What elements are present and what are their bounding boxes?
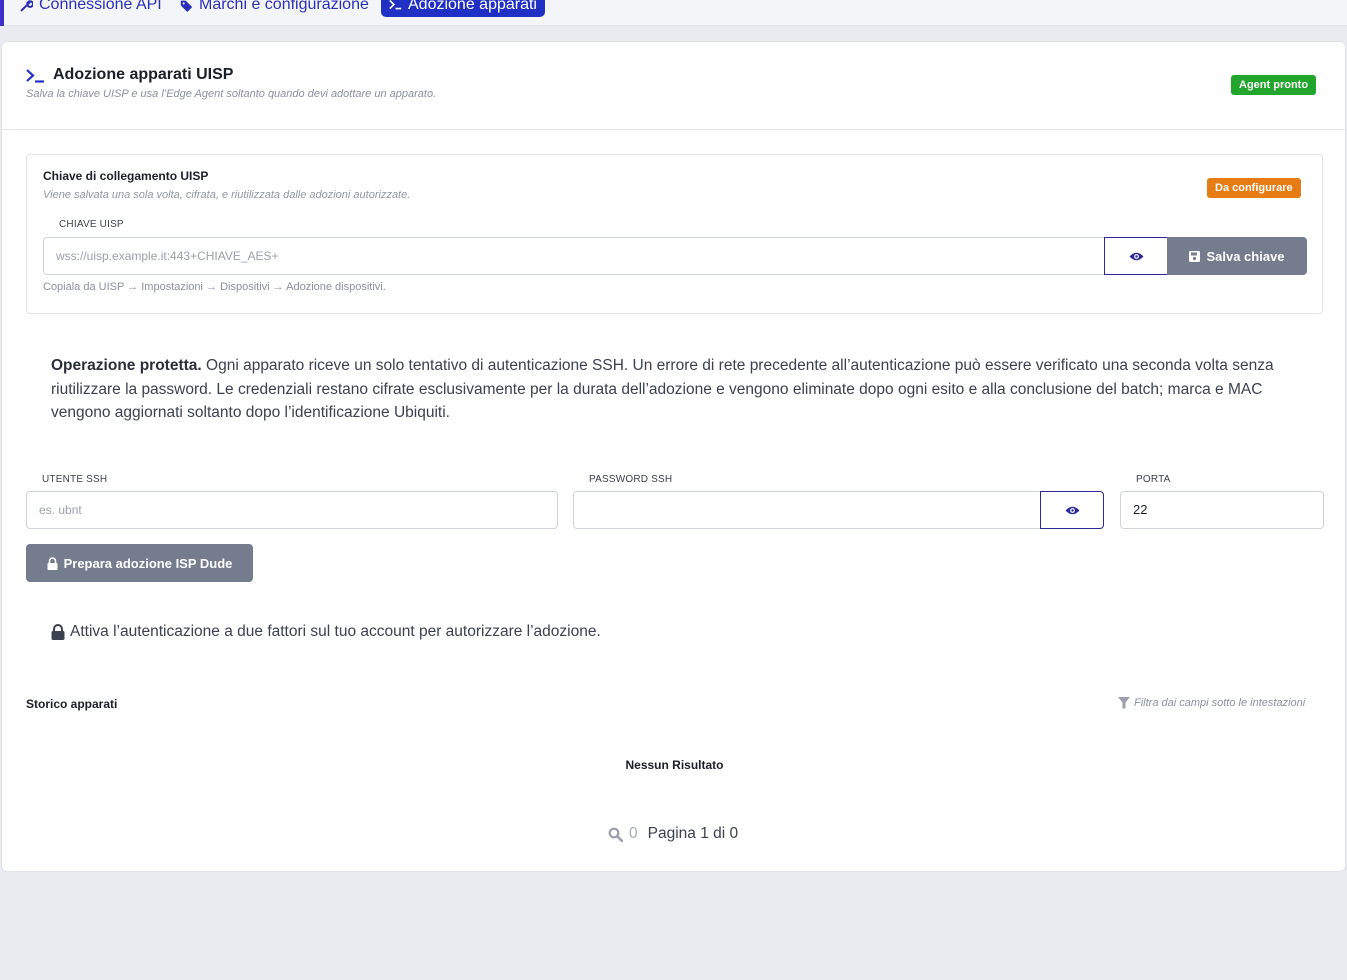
empty-results-message: Nessun Risultato [625, 758, 724, 772]
ssh-user-label: UTENTE SSH [42, 474, 108, 485]
key-panel-title: Chiave di collegamento UISP [43, 169, 209, 183]
prepare-adoption-label: Prepara adozione ISP Dude [63, 555, 233, 571]
search-icon[interactable] [608, 827, 623, 842]
uisp-key-panel: Chiave di collegamento UISP Viene salvat… [26, 154, 1323, 314]
filter-hint: Filtra dai campi sotto le intestazioni [1118, 697, 1305, 709]
page-title: Adozione apparati UISP [53, 66, 234, 83]
save-icon [1189, 250, 1201, 262]
page-subtitle: Salva la chiave UISP e usa l’Edge Agent … [26, 88, 437, 100]
toggle-password-visibility-button[interactable] [1040, 491, 1104, 529]
page-indicator: Pagina 1 di 0 [647, 825, 739, 842]
ssh-port-input[interactable]: 22 [1120, 491, 1324, 529]
save-key-button[interactable]: Salva chiave [1167, 237, 1307, 275]
tab-api-connection[interactable]: Connessione API [12, 0, 170, 18]
tab-brands-config[interactable]: Marchi e configurazione [172, 0, 377, 18]
result-count: 0 [629, 825, 638, 842]
filter-icon [1118, 697, 1130, 709]
tab-label: Connessione API [39, 0, 162, 13]
card-header: Adozione apparati UISP [26, 66, 233, 84]
notice-heading: Operazione protetta. [51, 357, 202, 374]
uisp-key-label: CHIAVE UISP [59, 219, 124, 230]
adoption-card: Adozione apparati UISP Salva la chiave U… [1, 41, 1346, 872]
eye-icon [1129, 252, 1143, 260]
tab-device-adoption[interactable]: Adozione apparati [381, 0, 545, 17]
tab-bar: Connessione API Marchi e configurazione … [0, 0, 1347, 26]
lock-icon [47, 556, 58, 570]
header-divider [2, 129, 1345, 130]
filter-hint-text: Filtra dai campi sotto le intestazioni [1134, 697, 1306, 709]
uisp-key-input[interactable]: wss://uisp.example.it:443+CHIAVE_AES+ [43, 237, 1105, 275]
key-status-badge: Da configurare [1207, 178, 1301, 198]
prepare-adoption-button[interactable]: Prepara adozione ISP Dude [26, 544, 253, 582]
toggle-key-visibility-button[interactable] [1104, 237, 1168, 275]
history-title: Storico apparati [26, 697, 118, 711]
wrench-icon [20, 0, 33, 11]
tab-label: Marchi e configurazione [199, 0, 369, 13]
save-key-label: Salva chiave [1206, 248, 1285, 264]
terminal-icon [26, 68, 44, 83]
tab-bar-accent [0, 0, 4, 26]
key-panel-subtitle: Viene salvata una sola volta, cifrata, e… [43, 189, 411, 201]
protected-operation-notice: Operazione protetta. Ogni apparato ricev… [51, 354, 1281, 425]
pagination: 0 Pagina 1 di 0 [608, 825, 738, 843]
notice-text: Ogni apparato riceve un solo tentativo d… [51, 357, 1274, 421]
ssh-password-label: PASSWORD SSH [589, 474, 673, 485]
agent-status-badge: Agent pronto [1231, 75, 1317, 95]
tab-label: Adozione apparati [408, 0, 537, 13]
ssh-user-input[interactable]: es. ubnt [26, 491, 558, 529]
twofa-notice: Attiva l’autenticazione a due fattori su… [51, 623, 601, 641]
lock-icon [51, 624, 65, 640]
ssh-password-input[interactable] [573, 491, 1041, 529]
eye-icon [1065, 506, 1079, 514]
terminal-icon [389, 0, 402, 10]
ssh-port-label: PORTA [1136, 474, 1171, 485]
tag-icon [180, 0, 193, 12]
twofa-text: Attiva l’autenticazione a due fattori su… [70, 623, 601, 640]
key-hint: Copiala da UISP → Impostazioni → Disposi… [43, 281, 386, 293]
